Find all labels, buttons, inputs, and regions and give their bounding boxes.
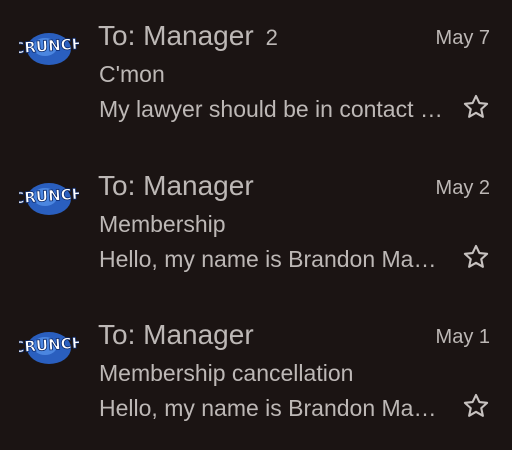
email-date: May 1	[435, 326, 490, 348]
sender-name: To: Manager	[98, 319, 254, 350]
sender-name: To: Manager 2	[98, 20, 278, 51]
email-subject: C'mon	[99, 61, 165, 87]
sender-name: To: Manager	[98, 170, 254, 201]
email-row[interactable]: CRUNCH To: Manager May 1 Membership canc…	[0, 314, 512, 450]
email-list: CRUNCH To: Manager 2 May 7 C'mon My lawye…	[0, 0, 512, 450]
svg-text:CRUNCH: CRUNCH	[19, 185, 79, 208]
star-icon[interactable]	[462, 392, 490, 420]
email-snippet: My lawyer should be in contact with you	[99, 96, 444, 122]
email-row[interactable]: CRUNCH To: Manager 2 May 7 C'mon My lawye…	[0, 15, 512, 155]
email-date: May 7	[435, 27, 490, 49]
email-snippet: Hello, my name is Brandon Martinez	[99, 246, 444, 272]
email-date: May 2	[435, 177, 490, 199]
email-row[interactable]: CRUNCH To: Manager May 2 Membership Hell…	[0, 165, 512, 305]
thread-count: 2	[265, 25, 278, 50]
sender-avatar-crunch-logo[interactable]: CRUNCH	[19, 27, 79, 67]
sender-avatar-crunch-logo[interactable]: CRUNCH	[19, 177, 79, 217]
svg-text:CRUNCH: CRUNCH	[19, 35, 79, 58]
svg-text:CRUNCH: CRUNCH	[19, 334, 79, 357]
email-subject: Membership cancellation	[99, 360, 354, 386]
star-icon[interactable]	[462, 243, 490, 271]
star-icon[interactable]	[462, 93, 490, 121]
email-snippet: Hello, my name is Brandon Martinez	[99, 395, 444, 421]
email-subject: Membership	[99, 211, 226, 237]
sender-avatar-crunch-logo[interactable]: CRUNCH	[19, 326, 79, 366]
